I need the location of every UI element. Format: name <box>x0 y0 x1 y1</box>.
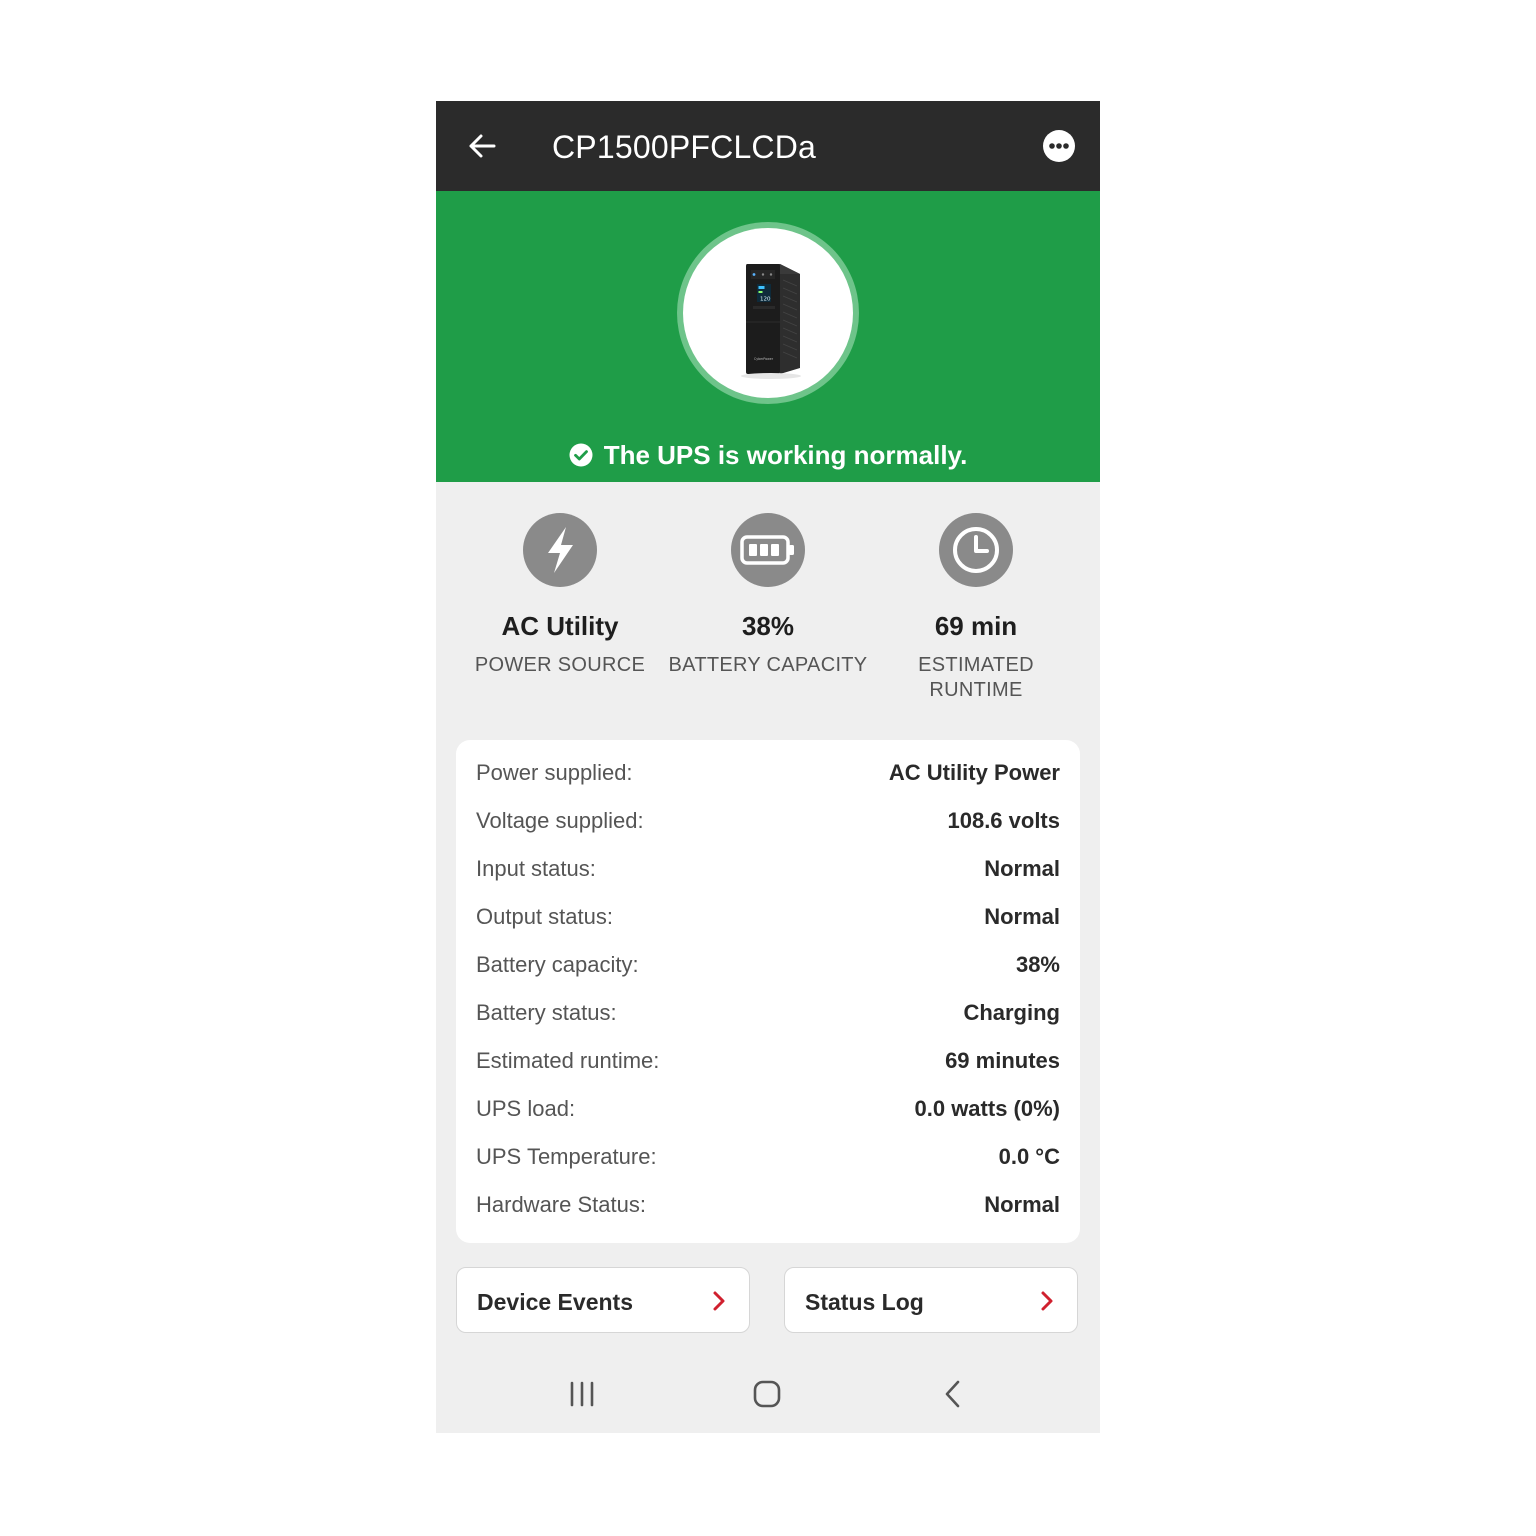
recent-apps-icon[interactable] <box>565 1377 599 1411</box>
detail-label: UPS load: <box>476 1096 576 1121</box>
page-title: CP1500PFCLCDa <box>552 129 817 165</box>
device-screen-readout: 120 <box>760 297 771 303</box>
detail-row-battery-capacity: Battery capacity: 38% <box>476 941 1060 989</box>
stat-power-source: AC Utility POWER SOURCE <box>456 513 664 678</box>
status-log-button[interactable]: Status Log <box>784 1267 1078 1333</box>
details-card: Power supplied: AC Utility Power Voltage… <box>456 740 1080 1243</box>
detail-label: Estimated runtime: <box>476 1048 660 1073</box>
detail-row-voltage-supplied: Voltage supplied: 108.6 volts <box>476 797 1060 845</box>
status-message: The UPS is working normally. <box>436 435 1100 475</box>
detail-label: Hardware Status: <box>476 1192 646 1217</box>
battery-icon <box>731 513 805 587</box>
stat-label: ESTIMATED RUNTIME <box>918 654 1034 701</box>
device-image: 120 CyberPower <box>683 228 853 398</box>
stat-label: POWER SOURCE <box>474 654 646 676</box>
detail-label: Output status: <box>476 904 613 929</box>
device-brand-logo: CyberPower <box>754 357 774 361</box>
arrow-left-icon <box>469 134 496 158</box>
detail-label: Battery status: <box>476 1000 617 1025</box>
detail-value: AC Utility Power <box>888 760 1060 785</box>
detail-label: Power supplied: <box>476 760 633 785</box>
stat-estimated-runtime: 69 min ESTIMATED RUNTIME <box>872 513 1080 703</box>
detail-value: 38% <box>1015 952 1060 977</box>
stat-value: 69 min <box>934 611 1018 641</box>
detail-label: UPS Temperature: <box>476 1144 657 1169</box>
detail-value: Normal <box>984 856 1060 881</box>
detail-row-ups-load: UPS load: 0.0 watts (0%) <box>476 1085 1060 1133</box>
more-horizontal-icon <box>1043 130 1075 162</box>
chevron-right-icon <box>713 1291 725 1311</box>
detail-value: 69 minutes <box>945 1048 1060 1073</box>
detail-value: Normal <box>984 904 1060 929</box>
stat-battery-capacity: 38% BATTERY CAPACITY <box>664 513 872 678</box>
detail-row-battery-status: Battery status: Charging <box>476 989 1060 1037</box>
detail-value: Normal <box>984 1192 1060 1217</box>
clock-icon <box>939 513 1013 587</box>
device-events-label: Device Events <box>477 1289 633 1315</box>
stat-value: 38% <box>741 611 795 641</box>
detail-label: Battery capacity: <box>476 952 639 977</box>
check-circle-icon <box>569 443 593 467</box>
app-bar: CP1500PFCLCDa <box>436 101 1100 191</box>
battery-level-bars <box>749 544 779 556</box>
detail-row-output-status: Output status: Normal <box>476 893 1060 941</box>
phone-screen: CP1500PFCLCDa 120 CyberPower The UPS is … <box>436 101 1100 1433</box>
detail-value: 108.6 volts <box>947 808 1060 833</box>
device-events-button[interactable]: Device Events <box>456 1267 750 1333</box>
status-hero: 120 CyberPower The UPS is working normal… <box>436 191 1100 482</box>
detail-value: 0.0 watts (0%) <box>914 1096 1061 1121</box>
detail-row-hardware-status: Hardware Status: Normal <box>476 1181 1060 1229</box>
device-image-ring: 120 CyberPower <box>677 222 859 404</box>
stat-label: BATTERY CAPACITY <box>668 654 868 676</box>
detail-row-estimated-runtime: Estimated runtime: 69 minutes <box>476 1037 1060 1085</box>
detail-row-power-supplied: Power supplied: AC Utility Power <box>476 749 1060 797</box>
lightning-icon <box>523 513 597 587</box>
system-navigation-bar <box>436 1355 1100 1433</box>
stat-value: AC Utility <box>501 611 619 641</box>
detail-row-ups-temperature: UPS Temperature: 0.0 °C <box>476 1133 1060 1181</box>
detail-row-input-status: Input status: Normal <box>476 845 1060 893</box>
system-back-icon[interactable] <box>937 1377 971 1411</box>
status-log-label: Status Log <box>805 1289 924 1315</box>
ups-device-image: 120 CyberPower <box>741 264 801 379</box>
detail-label: Input status: <box>476 856 596 881</box>
detail-value: Charging <box>963 1000 1060 1025</box>
detail-value: 0.0 °C <box>998 1144 1060 1169</box>
chevron-right-icon <box>1041 1291 1053 1311</box>
detail-label: Voltage supplied: <box>476 808 644 833</box>
back-button[interactable] <box>462 126 502 166</box>
home-icon[interactable] <box>750 1377 784 1411</box>
status-text: The UPS is working normally. <box>603 439 968 470</box>
more-options-button[interactable] <box>1042 129 1076 163</box>
